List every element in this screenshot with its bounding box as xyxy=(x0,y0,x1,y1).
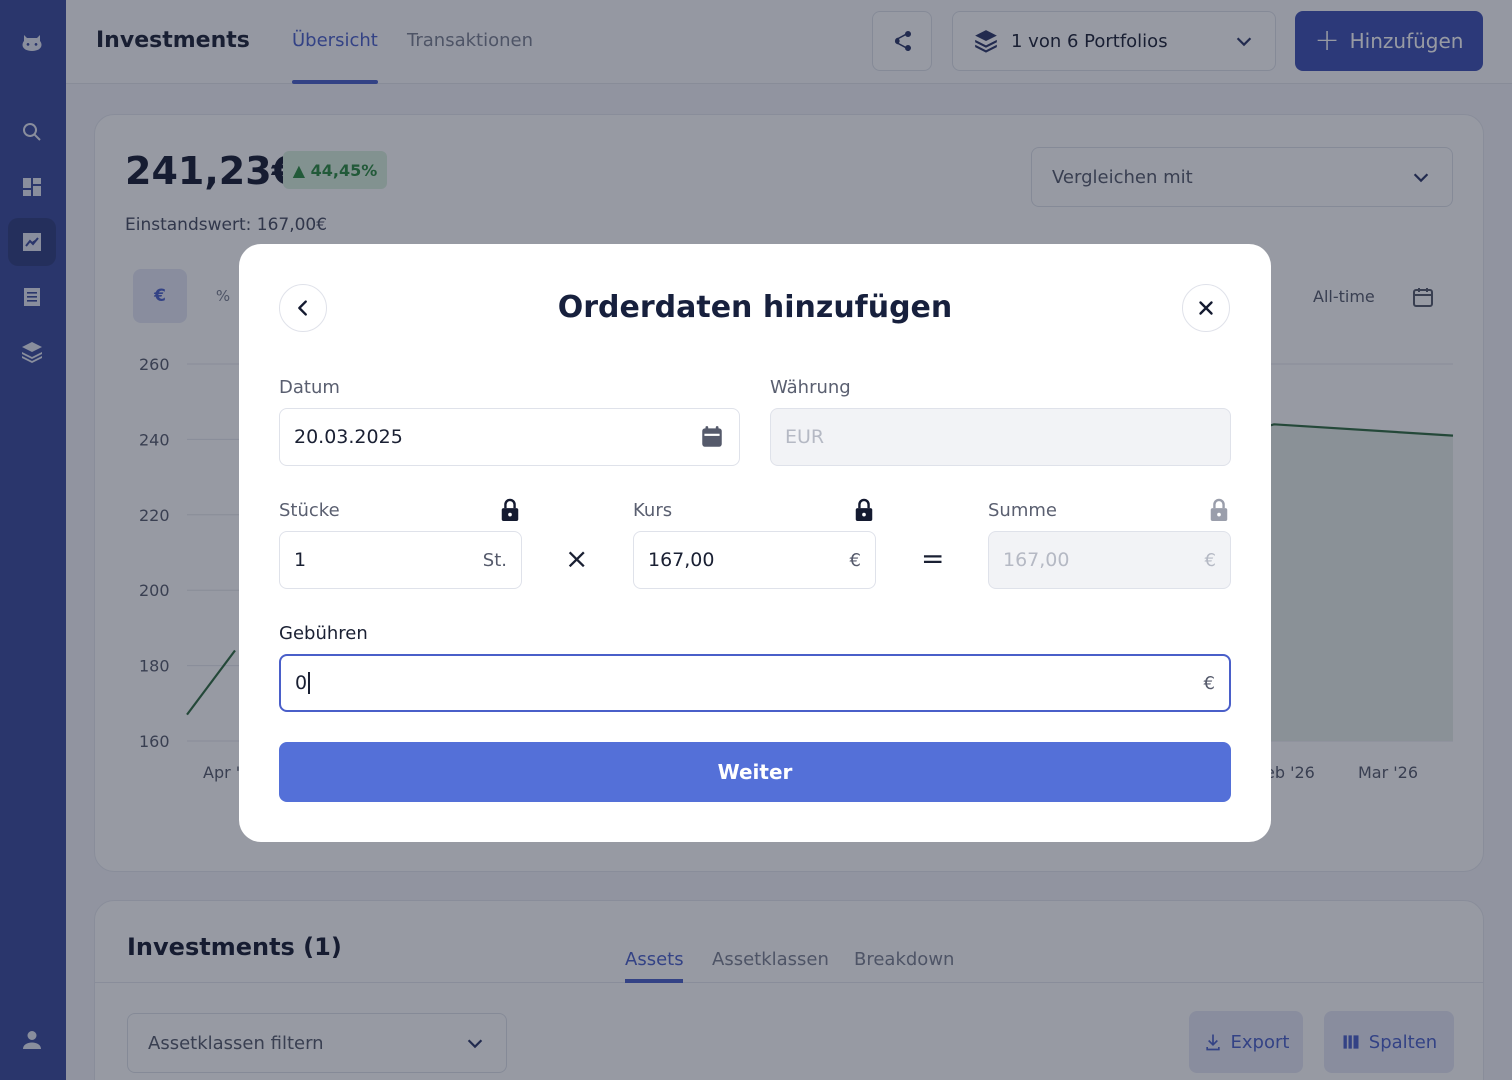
fees-suffix: € xyxy=(1203,672,1215,694)
price-field[interactable]: 167,00 € xyxy=(633,531,876,589)
lock-icon[interactable] xyxy=(853,498,875,522)
pieces-suffix: St. xyxy=(482,549,507,571)
multiply-icon: × xyxy=(565,542,589,575)
close-icon xyxy=(1199,301,1213,315)
lock-icon[interactable] xyxy=(1208,498,1230,522)
fees-label: Gebühren xyxy=(279,623,368,644)
date-field[interactable]: 20.03.2025 xyxy=(279,408,740,466)
pieces-value: 1 xyxy=(294,549,307,571)
currency-value: EUR xyxy=(785,426,825,448)
close-button[interactable] xyxy=(1182,284,1230,332)
sum-suffix: € xyxy=(1204,549,1216,571)
equals-icon: = xyxy=(921,542,945,575)
lock-icon[interactable] xyxy=(499,498,521,522)
fees-value: 0 xyxy=(295,672,308,694)
price-label: Kurs xyxy=(633,500,673,521)
date-value: 20.03.2025 xyxy=(294,426,403,448)
sum-label: Summe xyxy=(988,500,1057,521)
date-label: Datum xyxy=(279,377,340,398)
sum-field: 167,00 € xyxy=(988,531,1231,589)
currency-field: EUR xyxy=(770,408,1231,466)
text-caret xyxy=(308,672,310,694)
sum-value: 167,00 xyxy=(1003,549,1070,571)
currency-label: Währung xyxy=(770,377,851,398)
continue-button[interactable]: Weiter xyxy=(279,742,1231,802)
fees-field[interactable]: 0 € xyxy=(279,654,1231,712)
pieces-label: Stücke xyxy=(279,500,340,521)
modal-title: Orderdaten hinzufügen xyxy=(557,290,953,325)
price-suffix: € xyxy=(849,549,861,571)
order-data-modal: Orderdaten hinzufügen Datum 20.03.2025 W… xyxy=(239,244,1271,842)
price-value: 167,00 xyxy=(648,549,715,571)
calendar-icon[interactable] xyxy=(699,424,725,450)
pieces-field[interactable]: 1 St. xyxy=(279,531,522,589)
